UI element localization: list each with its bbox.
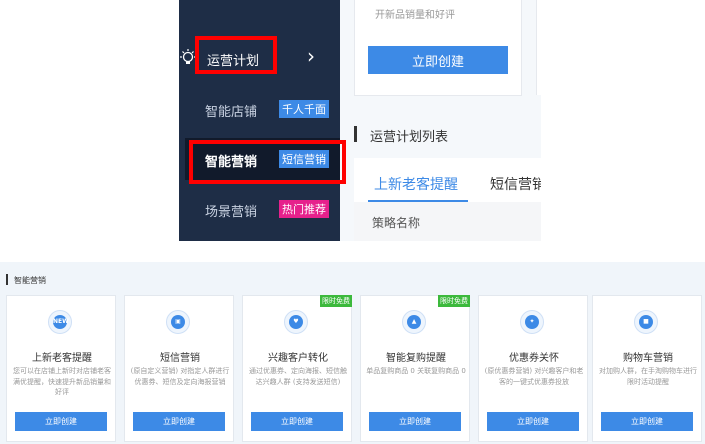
new-icon: NEW (48, 310, 72, 334)
plan-card-partial (536, 0, 541, 95)
free-badge: 限时免费 (320, 295, 352, 307)
tab-new-item-reminder[interactable]: 上新老客提醒 (374, 174, 458, 194)
card-repurchase-reminder: 限时免费 ▲ 智能复购提醒 单品复购商品 0 关联复购商品 0 立即创建 (360, 295, 470, 442)
card-title: 兴趣客户转化 (268, 353, 328, 364)
card-cart-marketing: ■ 购物车营销 对加购人群，在手淘购物车进行限时活动提醒 立即创建 (592, 295, 702, 442)
card-title: 上新老客提醒 (32, 353, 92, 364)
sidebar-item-smart-shop[interactable]: 智能店铺 (205, 101, 257, 120)
card-title: 购物车营销 (623, 353, 673, 364)
card-new-item-reminder: NEW 上新老客提醒 您可以在店铺上新时对店铺老客满优提醒，快速提升新品销量和好… (6, 295, 116, 442)
smart-marketing-section: 智能营销 NEW 上新老客提醒 您可以在店铺上新时对店铺老客满优提醒，快速提升新… (0, 262, 705, 444)
tabs-panel: 上新老客提醒 短信营销 策略名称 (354, 158, 541, 241)
table-header: 策略名称 (354, 202, 541, 241)
create-button[interactable]: 立即创建 (15, 412, 107, 431)
card-description: 对加购人群，在手淘购物车进行限时活动提醒 (599, 367, 697, 386)
section-title: 智能营销 (14, 276, 46, 285)
free-badge: 限时免费 (438, 295, 470, 307)
create-button[interactable]: 立即创建 (369, 412, 461, 431)
sidebar: 运营计划 › 智能店铺 千人千面 智能营销 短信营销 场景营销 热门推荐 (179, 0, 346, 241)
column-header: 策略名称 (372, 216, 421, 230)
highlight-box (189, 140, 346, 184)
tag-badge: 热门推荐 (279, 200, 329, 218)
title-marker (6, 274, 8, 285)
sidebar-item-label: 智能店铺 (205, 105, 258, 120)
tab-sms-marketing[interactable]: 短信营销 (490, 174, 541, 194)
bell-icon: ▲ (402, 310, 426, 334)
create-button[interactable]: 立即创建 (251, 412, 343, 431)
list-title: 运营计划列表 (370, 130, 449, 145)
card-interest-conversion: 限时免费 ♥ 兴趣客户转化 通过优惠券、定向海报、短信触达兴趣人群 (支持发送短… (242, 295, 352, 442)
sidebar-item-scene-marketing[interactable]: 场景营销 (205, 201, 257, 220)
plan-card: 开新品销量和好评 立即创建 (354, 0, 522, 96)
card-description: 单品复购商品 0 关联复购商品 0 (366, 367, 466, 375)
card-description: (原优惠券营销) 对兴趣客户和老客的一键式优惠券投放 (484, 367, 584, 386)
card-title: 优惠券关怀 (509, 353, 559, 364)
card-description: 通过优惠券、定向海报、短信触达兴趣人群 (支持发送短信) (249, 367, 347, 386)
card-title: 短信营销 (160, 353, 200, 364)
cart-icon: ■ (634, 310, 658, 334)
heart-icon: ♥ (284, 310, 308, 334)
card-description: 开新品销量和好评 (375, 10, 455, 21)
highlight-box (195, 36, 277, 74)
card-coupon-care: ✦ 优惠券关怀 (原优惠券营销) 对兴趣客户和老客的一键式优惠券投放 立即创建 (478, 295, 588, 442)
create-button[interactable]: 立即创建 (368, 46, 508, 74)
card-description: (原自定义营销) 对指定人群进行优惠券、短信及定向海报营销 (130, 367, 230, 386)
card-description: 您可以在店铺上新时对店铺老客满优提醒，快速提升新品销量和好评 (13, 367, 111, 396)
main-content: 开新品销量和好评 立即创建 运营计划列表 上新老客提醒 短信营销 策略名称 (340, 0, 541, 241)
create-button[interactable]: 立即创建 (133, 412, 225, 431)
title-marker (354, 126, 357, 142)
create-button[interactable]: 立即创建 (487, 412, 579, 431)
create-button[interactable]: 立即创建 (601, 412, 693, 431)
card-sms-marketing: ▣ 短信营销 (原自定义营销) 对指定人群进行优惠券、短信及定向海报营销 立即创… (124, 295, 234, 442)
card-title: 智能复购提醒 (386, 353, 446, 364)
gift-icon: ▣ (166, 310, 190, 334)
sidebar-item-label: 场景营销 (205, 205, 258, 220)
coupon-icon: ✦ (520, 310, 544, 334)
chevron-right-icon[interactable]: › (307, 44, 315, 68)
tag-badge: 千人千面 (279, 100, 329, 118)
top-screenshot-crop: 运营计划 › 智能店铺 千人千面 智能营销 短信营销 场景营销 热门推荐 开新品… (179, 0, 541, 241)
